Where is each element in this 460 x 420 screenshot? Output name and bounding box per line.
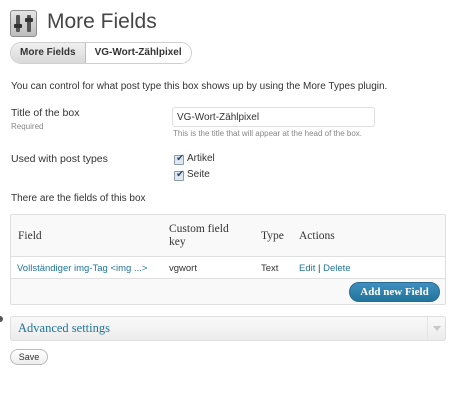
box-title-input[interactable] [172,107,375,127]
drag-handle-icon [0,316,3,322]
breadcrumb: More Fields VG-Wort-Zählpixel [10,42,192,64]
checkbox-artikel-label[interactable]: Artikel [187,153,215,164]
column-header-custom-key-line1: Custom field [169,223,229,235]
breadcrumb-more-fields[interactable]: More Fields [11,43,86,63]
title-label: Title of the box [11,107,80,119]
field-name-link[interactable]: Vollständiger img-Tag <img ...> [17,263,147,274]
column-header-custom-key: Custom field key [169,223,229,249]
checkbox-seite-label[interactable]: Seite [187,169,210,180]
checkbox-artikel[interactable]: ✔ [174,153,185,165]
more-fields-icon [10,10,37,37]
required-note: Required [11,122,44,131]
delete-field-link[interactable]: Delete [323,263,350,274]
checkmark-icon: ✔ [176,169,185,180]
description-text: You can control for what post type this … [11,81,388,92]
field-type-cell: Text [261,263,279,274]
actions-separator: | [318,263,321,274]
column-header-field: Field [18,230,42,242]
field-actions-cell: Edit | Delete [299,263,351,274]
collapse-toggle[interactable] [427,317,445,340]
post-types-label: Used with post types [11,153,108,165]
fields-heading: There are the fields of this box [11,193,146,204]
column-header-custom-key-line2: key [169,236,186,248]
column-header-type: Type [261,230,284,242]
checkmark-icon: ✔ [176,153,185,164]
chevron-down-icon [433,326,441,331]
save-button[interactable]: Save [10,349,48,365]
checkbox-seite[interactable]: ✔ [174,169,185,181]
table-divider [11,278,445,279]
page-title: More Fields [47,10,157,33]
edit-field-link[interactable]: Edit [299,263,315,274]
add-new-field-button[interactable]: Add new Field [349,282,440,302]
breadcrumb-current: VG-Wort-Zählpixel [85,43,191,63]
title-hint: This is the title that will appear at th… [173,129,362,138]
field-key-cell: vgwort [169,263,197,274]
advanced-settings-title[interactable]: Advanced settings [18,321,110,336]
column-header-actions: Actions [299,230,335,242]
